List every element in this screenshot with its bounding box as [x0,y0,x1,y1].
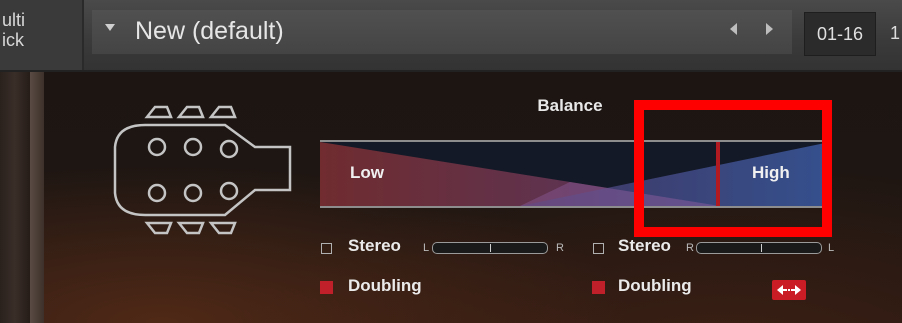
side-strip-edge [30,72,44,323]
pan-slider-left[interactable] [432,242,548,254]
guitar-headstock-icon [105,95,300,255]
arrow-right-icon[interactable] [766,23,773,35]
instrument-name-fragment: ulti ick [2,10,26,50]
stereo-label-right: Stereo [618,236,671,255]
instrument-name-strip: ulti ick [0,0,84,70]
balance-title: Balance [537,96,603,115]
preset-name[interactable]: New (default) [135,14,284,48]
pan-left-label-right: R [686,242,694,254]
pan-slider-right[interactable] [696,242,822,254]
highlight-annotation-box [634,100,832,237]
pan-knob-left[interactable] [490,244,491,252]
doubling-checkbox-left[interactable] [320,281,333,294]
pan-right-label-right: L [828,242,835,254]
chevron-down-icon[interactable] [105,24,115,31]
side-strip [0,72,30,323]
pan-right-label-left: R [556,242,564,254]
doubling-label-left: Doubling [348,276,422,295]
stereo-label-left: Stereo [348,236,401,255]
pan-knob-right[interactable] [761,244,762,252]
arrow-left-icon[interactable] [730,23,737,35]
stereo-checkbox-left[interactable] [321,243,332,254]
swap-arrows-icon [777,285,801,295]
stereo-checkbox-right[interactable] [593,243,604,254]
balance-low-label: Low [350,163,384,182]
range-suffix: 1 [890,23,901,43]
swap-button[interactable] [772,280,806,300]
midi-channel-range[interactable]: 01-16 [804,12,876,56]
doubling-label-right: Doubling [618,276,692,295]
pan-left-label-left: L [423,242,430,254]
doubling-checkbox-right[interactable] [592,281,605,294]
instrument-header: ulti ick New (default) 01-16 1 [0,0,902,72]
